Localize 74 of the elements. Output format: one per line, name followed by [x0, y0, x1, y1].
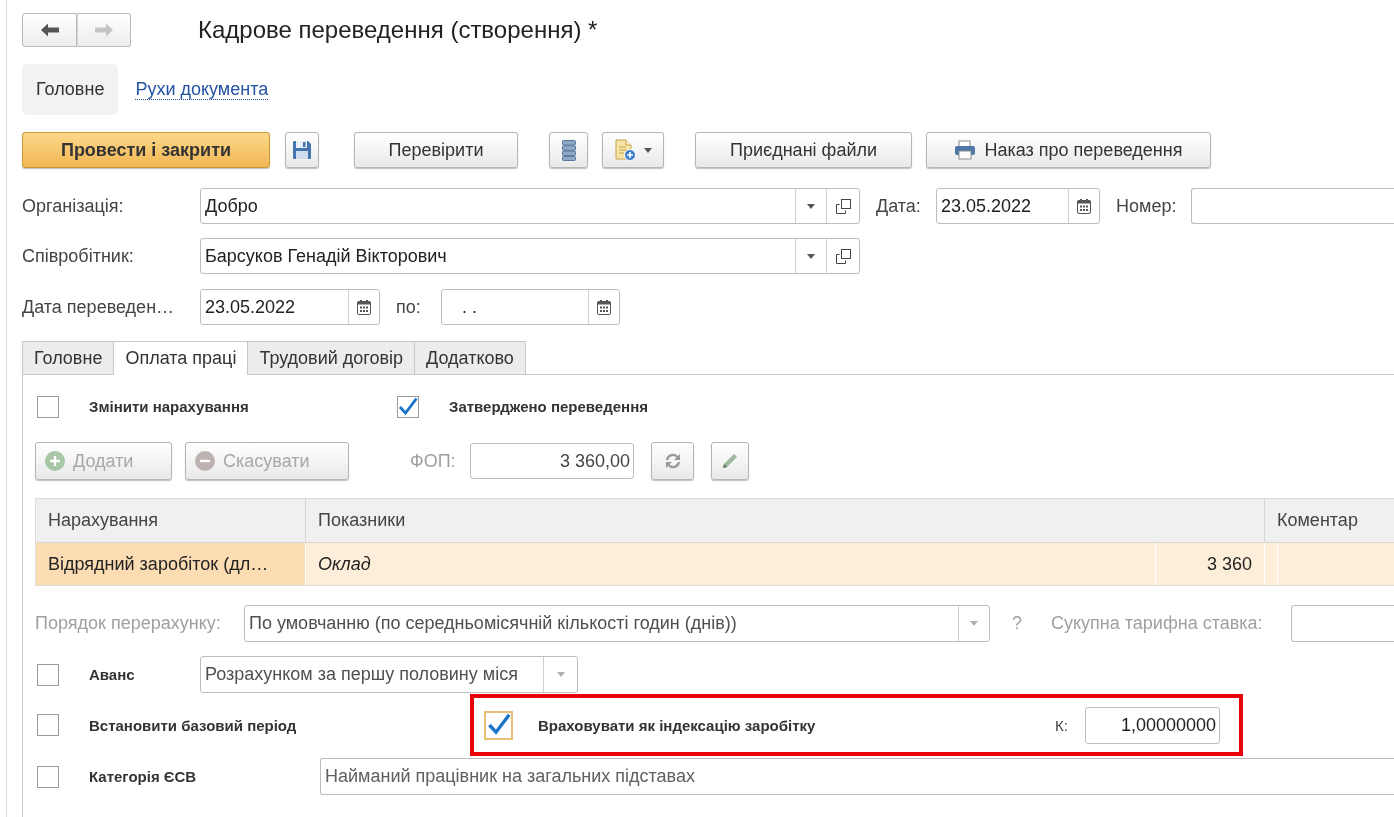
edit-button[interactable] [711, 442, 749, 480]
post-and-close-button[interactable]: Провести і закрити [22, 132, 270, 168]
date-field[interactable]: 23.05.2022 [936, 188, 1100, 224]
table-header-cell-text: Коментар [1276, 509, 1359, 532]
checkbox[interactable] [397, 395, 419, 418]
plus-circle-icon [45, 451, 65, 471]
number-field[interactable] [1191, 188, 1394, 224]
checkbox-label: Змінити нарахування [89, 398, 249, 415]
checkbox-label: Враховувати як індексацію заробітку [538, 716, 817, 734]
right-arrow-icon [95, 23, 113, 37]
pencil-icon [721, 452, 739, 470]
check-button[interactable]: Перевірити [354, 132, 518, 168]
list-icon [561, 139, 576, 161]
field-label: Дата переведен… [22, 296, 176, 318]
checkbox[interactable] [484, 710, 513, 740]
field-label: по: [396, 296, 422, 318]
table-header-cell: Показники [306, 499, 1265, 542]
document-menu-button[interactable] [602, 132, 664, 168]
field-label: Сукупна тарифна ставка: [1051, 613, 1264, 634]
caret-icon [644, 147, 652, 153]
field-label: Дата: [876, 195, 922, 217]
calendar-icon [357, 299, 371, 315]
date-field[interactable]: . . [441, 289, 620, 325]
overlapping-squares-icon [835, 198, 851, 214]
calendar-icon [597, 299, 611, 315]
field-label: Номер: [1116, 195, 1178, 217]
section-tab[interactable]: Головне [22, 64, 119, 115]
caret-icon [807, 203, 815, 209]
section-link[interactable]: Рухи документа [135, 79, 269, 100]
refresh-icon [663, 453, 682, 469]
back-button[interactable] [22, 13, 77, 47]
save-button[interactable] [285, 132, 319, 168]
organization-field[interactable]: Добро [200, 188, 860, 224]
printer-icon [954, 140, 977, 160]
table-row[interactable]: Відрядний заробіток (дл… Оклад 3 360 [36, 543, 1394, 585]
checkbox[interactable] [37, 714, 59, 736]
minus-circle-icon [195, 451, 215, 471]
coefficient-field[interactable]: 1,00000000 [1085, 706, 1220, 744]
tariff-rate-field[interactable] [1291, 605, 1394, 642]
attached-files-button[interactable]: Приєднані файли [695, 132, 912, 168]
tab[interactable]: Оплата праці [113, 341, 249, 375]
table-cell: Оклад [306, 543, 1156, 585]
refresh-button[interactable] [651, 442, 694, 480]
overlapping-squares-icon [835, 248, 851, 264]
field-label: К: [1055, 716, 1069, 734]
field-label: ФОП: [410, 450, 457, 472]
checkbox-label: Аванс [89, 666, 136, 683]
checkbox-label: Затверджено переведення [449, 398, 648, 415]
field-label: Організація: [22, 195, 125, 217]
field-label: Порядок перерахунку: [35, 613, 222, 634]
caret-icon [807, 253, 815, 259]
caret-icon [970, 621, 978, 626]
checkbox-label: Категорія ЄСВ [89, 768, 198, 785]
checkmark-icon [486, 713, 511, 737]
tab[interactable]: Головне [22, 341, 115, 374]
employee-field[interactable]: Барсуков Генадій Вікторович [200, 238, 860, 274]
caret-icon [556, 672, 565, 677]
list-button[interactable] [549, 132, 588, 168]
date-field[interactable]: 23.05.2022 [200, 289, 380, 325]
field-label: Співробітник: [22, 245, 135, 267]
calendar-icon [1077, 198, 1091, 214]
checkbox[interactable] [37, 395, 59, 418]
table-cell: Відрядний заробіток (дл… [36, 543, 306, 585]
table-header-cell: Нарахування [36, 499, 306, 542]
print-button[interactable]: Наказ про переведення [926, 132, 1211, 168]
window-title: Кадрове переведення (створення) * [198, 16, 598, 44]
tab[interactable]: Трудовий договір [247, 341, 416, 374]
table-cell: 3 360 [1156, 543, 1265, 585]
checkbox-label: Встановити базовий період [89, 716, 298, 734]
checkmark-icon [398, 396, 418, 417]
tab[interactable]: Додатково [414, 341, 526, 374]
payroll-fund-field[interactable]: 3 360,00 [470, 443, 634, 479]
left-arrow-icon [40, 23, 59, 37]
document-add-icon [614, 139, 636, 161]
